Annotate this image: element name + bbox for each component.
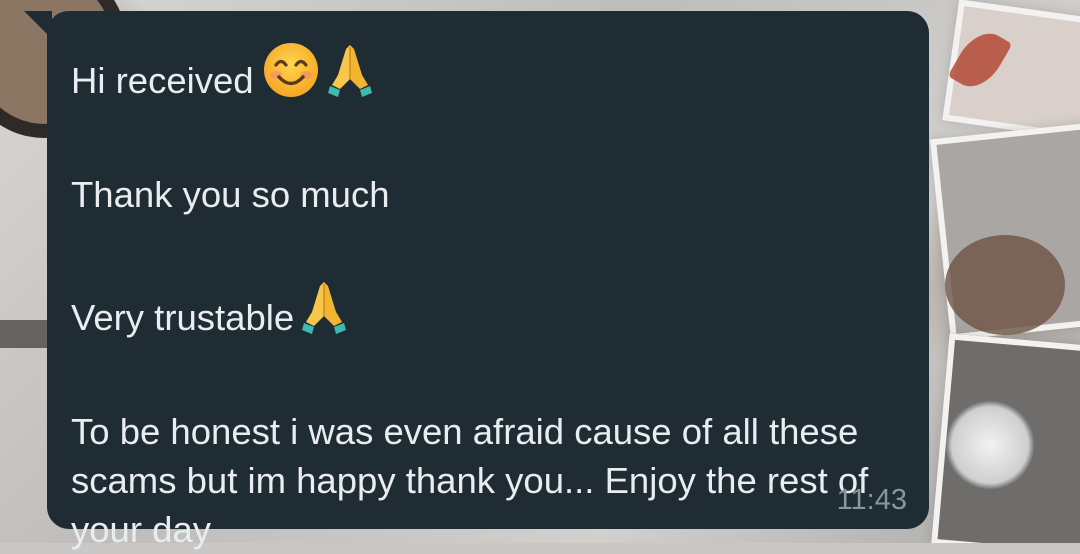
incoming-message-bubble[interactable]: Hi received Thank you so much Very trust…: [47, 11, 929, 550]
message-line: Thank you so much: [71, 174, 390, 215]
message-line: Hi received: [71, 41, 899, 111]
message-timestamp: 11:43: [836, 484, 907, 516]
folded-hands-icon: [302, 278, 347, 348]
wallpaper-plate: [945, 235, 1065, 335]
wallpaper-flower: [945, 400, 1035, 490]
folded-hands-icon: [327, 41, 372, 111]
message-paragraph: To be honest i was even afraid cause of …: [71, 411, 879, 550]
message-text: Hi received: [71, 60, 254, 101]
message-text: Very trustable: [71, 297, 295, 338]
message-line: Very trustable: [71, 278, 899, 348]
smiling-face-icon: [262, 41, 320, 111]
